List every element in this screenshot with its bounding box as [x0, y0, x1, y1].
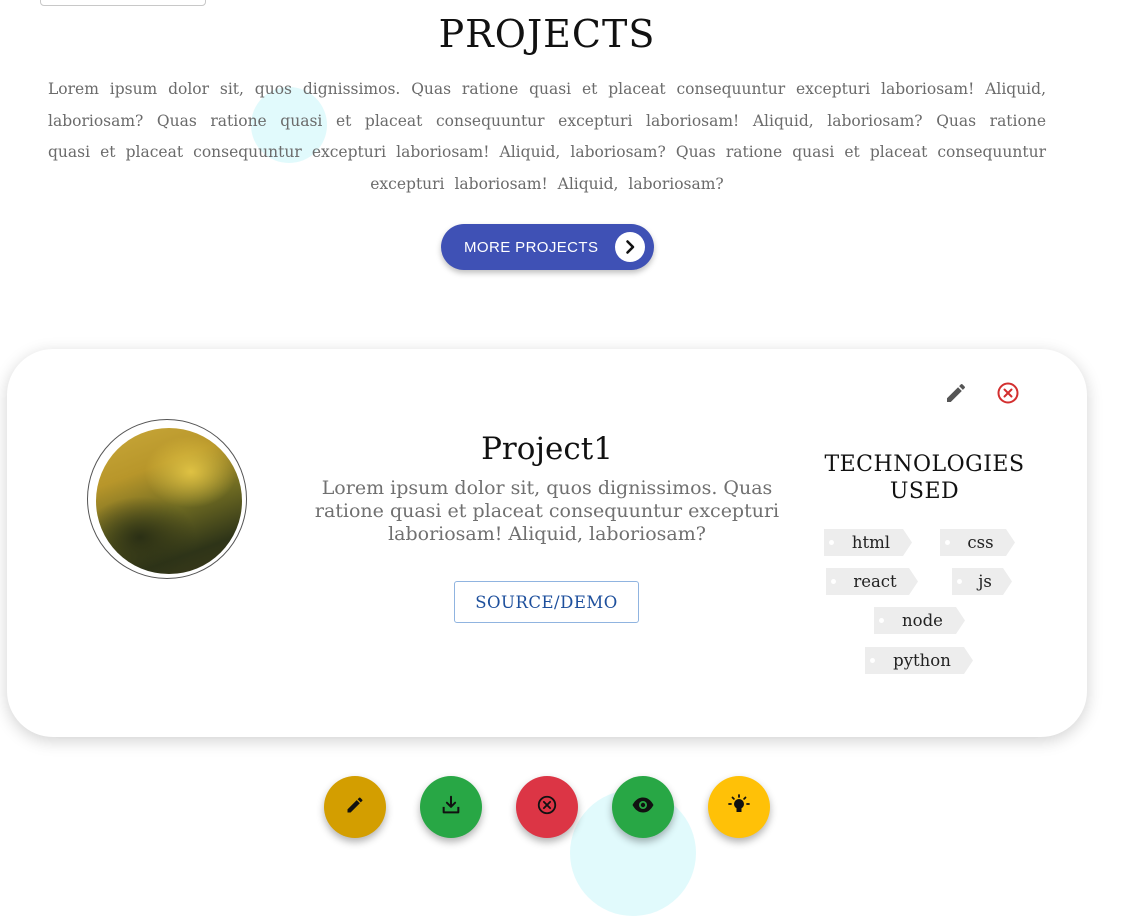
- pencil-icon: [345, 795, 365, 819]
- chevron-right-icon: [615, 232, 645, 262]
- tech-tag-html: html: [824, 529, 912, 556]
- eye-icon: [631, 793, 655, 821]
- intro-text: Lorem ipsum dolor sit, quos dignissimos.…: [48, 80, 1046, 193]
- close-circle-icon[interactable]: [996, 381, 1020, 405]
- tech-tag-react: react: [826, 568, 918, 595]
- idea-fab-button[interactable]: [708, 776, 770, 838]
- close-circle-icon: [536, 794, 558, 820]
- download-fab-button[interactable]: [420, 776, 482, 838]
- lightbulb-icon: [727, 793, 751, 821]
- top-input-field[interactable]: [40, 0, 206, 6]
- pencil-icon[interactable]: [944, 381, 968, 405]
- delete-fab-button[interactable]: [516, 776, 578, 838]
- technologies-title: TECHNOLOGIES USED: [824, 452, 1025, 504]
- tech-tag-js: js: [952, 568, 1012, 595]
- tech-tag-python: python: [865, 647, 973, 674]
- project-image: [96, 428, 242, 574]
- source-demo-button[interactable]: SOURCE/DEMO: [454, 581, 639, 623]
- project-description: Lorem ipsum dolor sit, quos dignissimos.…: [314, 477, 780, 545]
- tech-tag-css: css: [940, 529, 1015, 556]
- edit-fab-button[interactable]: [324, 776, 386, 838]
- view-fab-button[interactable]: [612, 776, 674, 838]
- download-icon: [440, 794, 462, 820]
- tech-tag-node: node: [874, 607, 965, 634]
- project-image-frame: [87, 419, 247, 579]
- page-title: PROJECTS: [438, 12, 656, 56]
- more-projects-button[interactable]: MORE PROJECTS: [441, 224, 654, 270]
- more-projects-label: MORE PROJECTS: [464, 238, 599, 256]
- project-title: Project1: [481, 431, 613, 467]
- project-card: Project1 Lorem ipsum dolor sit, quos dig…: [7, 349, 1087, 737]
